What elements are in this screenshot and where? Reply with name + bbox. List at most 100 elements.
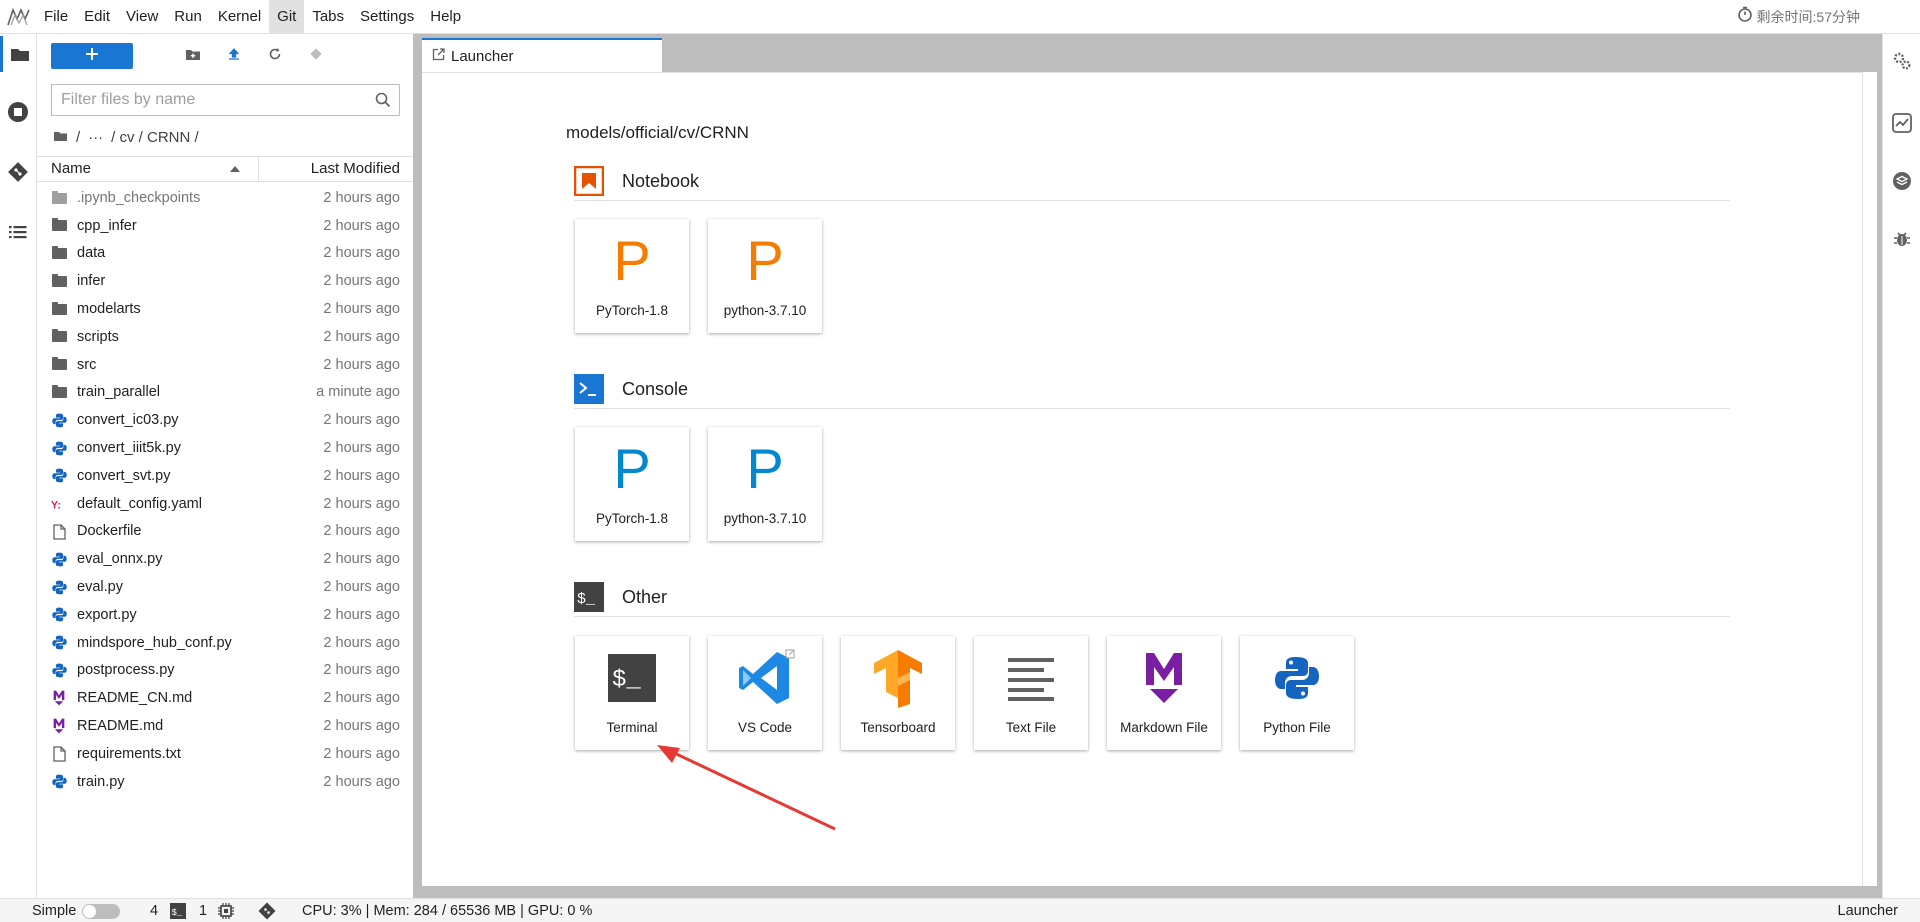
file-row[interactable]: requirements.txt 2 hours ago (37, 740, 413, 768)
file-row[interactable]: train.py 2 hours ago (37, 768, 413, 796)
upload-button[interactable] (214, 43, 254, 69)
card-label: python-3.7.10 (723, 303, 807, 318)
launcher-tab-icon (432, 47, 445, 65)
card-label: Tensorboard (860, 720, 936, 735)
card-label: PyTorch-1.8 (595, 511, 669, 526)
card-label: Terminal (606, 720, 658, 735)
file-name: train_parallel (77, 384, 161, 401)
file-modified: 2 hours ago (323, 579, 400, 596)
file-row[interactable]: convert_ic03.py 2 hours ago (37, 406, 413, 434)
list-icon[interactable] (0, 214, 36, 250)
notebook-card-pytorch[interactable]: P PyTorch-1.8 (575, 219, 689, 333)
git-clone-button[interactable] (296, 43, 336, 69)
property-inspector-icon[interactable] (1891, 50, 1913, 72)
extension-icon[interactable] (1891, 170, 1913, 192)
file-row[interactable]: Dockerfile 2 hours ago (37, 518, 413, 546)
new-launcher-button[interactable] (51, 43, 133, 69)
simple-mode-toggle[interactable] (82, 904, 120, 919)
file-row[interactable]: convert_iiit5k.py 2 hours ago (37, 434, 413, 462)
menu-kernel[interactable]: Kernel (210, 0, 269, 34)
home-folder-icon[interactable] (53, 129, 68, 146)
breadcrumb-root[interactable]: / (76, 129, 80, 146)
python-file-icon (51, 663, 67, 678)
text-file-icon (974, 644, 1088, 712)
console-card-pytorch[interactable]: P PyTorch-1.8 (575, 427, 689, 541)
file-row[interactable]: eval_onnx.py 2 hours ago (37, 545, 413, 573)
markdown-file-card[interactable]: Markdown File (1107, 636, 1221, 750)
notebook-card-python[interactable]: P python-3.7.10 (708, 219, 822, 333)
folder-icon (51, 273, 67, 288)
git-icon[interactable] (0, 154, 36, 190)
menu-edit[interactable]: Edit (76, 0, 118, 34)
file-name: src (77, 356, 97, 373)
file-row[interactable]: export.py 2 hours ago (37, 601, 413, 629)
file-row[interactable]: modelarts 2 hours ago (37, 295, 413, 323)
column-name[interactable]: Name (37, 157, 259, 181)
menu-file[interactable]: File (36, 0, 76, 34)
remaining-time-text: 剩余时间:57分钟 (1756, 9, 1860, 25)
file-row[interactable]: convert_svt.py 2 hours ago (37, 462, 413, 490)
kernels-count[interactable]: 1 (199, 903, 207, 919)
console-section-title: Console (622, 379, 689, 399)
file-row[interactable]: data 2 hours ago (37, 240, 413, 268)
file-row[interactable]: train_parallel a minute ago (37, 379, 413, 407)
menu-settings[interactable]: Settings (352, 0, 422, 34)
stop-circle-icon[interactable] (0, 94, 36, 130)
file-row[interactable]: scripts 2 hours ago (37, 323, 413, 351)
tab-launcher[interactable]: Launcher (422, 38, 662, 72)
right-sidebar (1882, 34, 1920, 898)
svg-text:$_: $_ (172, 908, 183, 918)
file-row[interactable]: cpp_infer 2 hours ago (37, 212, 413, 240)
refresh-button[interactable] (255, 43, 295, 69)
tab-bar: Launcher (422, 34, 1882, 72)
breadcrumb-ellipsis[interactable]: ··· (88, 129, 103, 146)
debugger-icon[interactable] (1891, 228, 1913, 250)
python-file-icon (51, 635, 67, 650)
file-name: modelarts (77, 301, 141, 318)
file-list: .ipynb_checkpoints 2 hours ago cpp_infer 2 … (37, 184, 413, 796)
other-section-header: $_ Other (574, 577, 1730, 617)
file-row[interactable]: .ipynb_checkpoints 2 hours ago (37, 184, 413, 212)
git-status-icon[interactable] (258, 902, 276, 922)
menu-git[interactable]: Git (269, 0, 305, 34)
folder-icon[interactable] (0, 36, 36, 72)
file-icon (51, 746, 67, 762)
kernel-chip-icon[interactable] (218, 903, 234, 922)
file-name: README_CN.md (77, 690, 193, 707)
breadcrumb-path[interactable]: / cv / CRNN / (111, 129, 199, 146)
folder-icon (51, 246, 67, 261)
tensorboard-card[interactable]: Tensorboard (841, 636, 955, 750)
terminals-count[interactable]: 4 (150, 903, 158, 919)
card-label: Markdown File (1120, 720, 1208, 735)
terminal-card[interactable]: $_ Terminal (575, 636, 689, 750)
file-row[interactable]: src 2 hours ago (37, 351, 413, 379)
python-file-card[interactable]: Python File (1240, 636, 1354, 750)
file-row[interactable]: infer 2 hours ago (37, 267, 413, 295)
file-name: .ipynb_checkpoints (77, 189, 201, 206)
new-folder-button[interactable] (173, 43, 213, 69)
column-last-modified[interactable]: Last Modified (311, 157, 400, 181)
menu-help[interactable]: Help (422, 0, 469, 34)
file-browser-toolbar (37, 34, 413, 78)
menu-run[interactable]: Run (166, 0, 210, 34)
remaining-time: 剩余时间:57分钟 (1737, 0, 1860, 34)
jupyter-logo-icon[interactable] (2, 0, 36, 34)
file-row[interactable]: postprocess.py 2 hours ago (37, 657, 413, 685)
file-row[interactable]: Y: default_config.yaml 2 hours ago (37, 490, 413, 518)
panel-splitter[interactable] (413, 34, 422, 898)
resource-monitor-icon[interactable] (1891, 112, 1913, 134)
file-row[interactable]: mindspore_hub_conf.py 2 hours ago (37, 629, 413, 657)
vertical-scrollbar[interactable] (1862, 72, 1877, 886)
vscode-card[interactable]: VS Code (708, 636, 822, 750)
terminal-status-icon[interactable]: $_ (170, 903, 186, 922)
file-row[interactable]: README.md 2 hours ago (37, 712, 413, 740)
file-row[interactable]: README_CN.md 2 hours ago (37, 684, 413, 712)
menu-tabs[interactable]: Tabs (304, 0, 352, 34)
console-icon (574, 374, 604, 404)
text-file-card[interactable]: Text File (974, 636, 1088, 750)
console-card-python[interactable]: P python-3.7.10 (708, 427, 822, 541)
file-filter-input[interactable] (52, 85, 352, 115)
launcher-cwd: models/official/cv/CRNN (566, 123, 749, 142)
file-row[interactable]: eval.py 2 hours ago (37, 573, 413, 601)
menu-view[interactable]: View (118, 0, 166, 34)
